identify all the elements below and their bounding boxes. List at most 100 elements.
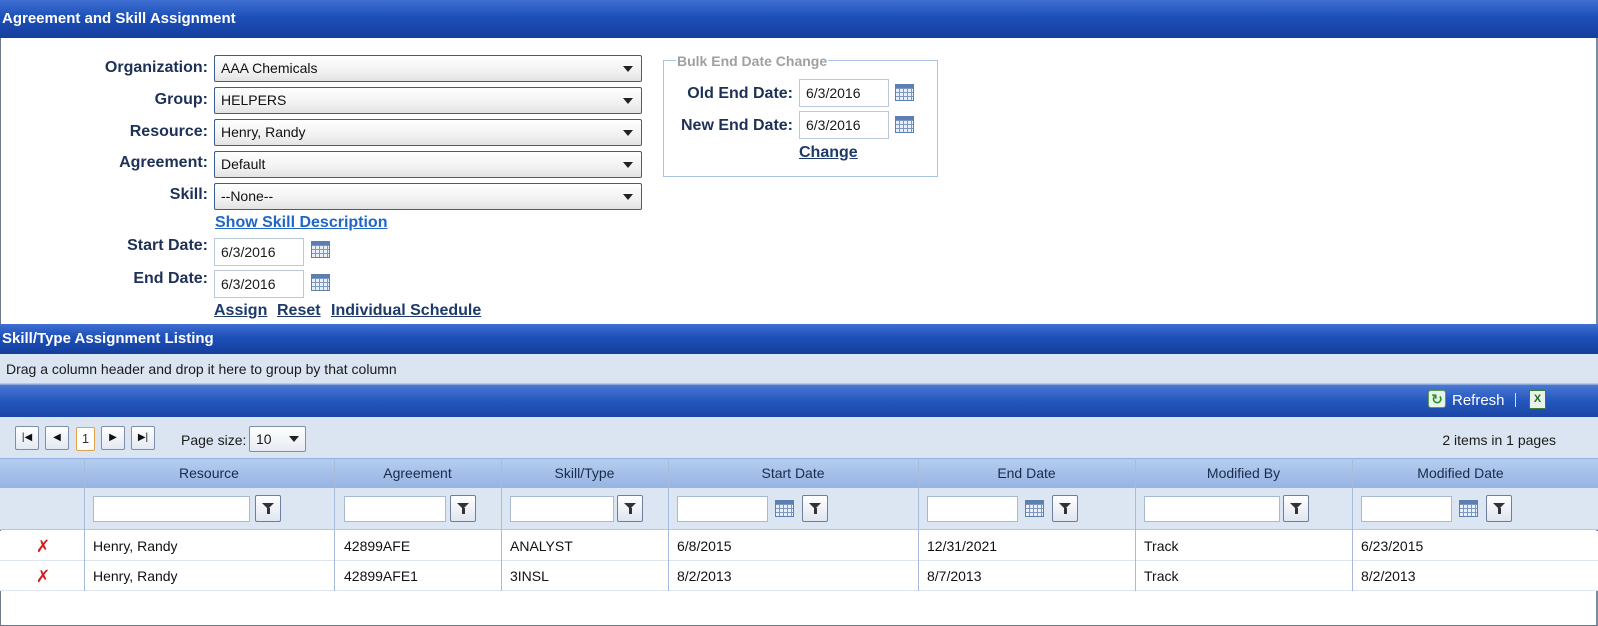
filter-input-end-date[interactable]: [927, 496, 1018, 522]
cell-modified-date: 6/23/2015: [1361, 538, 1424, 554]
column-header-agreement[interactable]: Agreement: [334, 458, 501, 488]
new-end-date-input[interactable]: 6/3/2016: [799, 111, 889, 139]
last-page-icon[interactable]: ▶|: [131, 426, 155, 450]
group-by-panel[interactable]: Drag a column header and drop it here to…: [0, 354, 1598, 384]
cell-modified-date: 8/2/2013: [1361, 568, 1416, 584]
dropdown-arrow-icon: [623, 66, 633, 72]
filter-input-resource[interactable]: [93, 496, 250, 522]
calendar-icon[interactable]: [1025, 500, 1044, 517]
calendar-icon[interactable]: [311, 241, 330, 258]
filter-input-start-date[interactable]: [677, 496, 768, 522]
resource-label: Resource:: [129, 123, 208, 140]
cell-agreement: 42899AFE1: [344, 568, 418, 584]
page-size-label: Page size:: [181, 432, 247, 448]
end-date-label: End Date:: [133, 270, 208, 287]
old-end-date-input[interactable]: 6/3/2016: [799, 79, 889, 107]
filter-input-skill-type[interactable]: [510, 496, 614, 522]
cell-end-date: 12/31/2021: [927, 538, 998, 554]
group-label: Group:: [154, 91, 208, 108]
cell-skill-type: ANALYST: [510, 538, 573, 554]
agreement-select[interactable]: Default: [214, 151, 642, 178]
column-divider: [1135, 458, 1136, 591]
new-end-date-label: New End Date:: [680, 117, 793, 134]
start-date-label: Start Date:: [127, 237, 208, 254]
calendar-icon[interactable]: [775, 500, 794, 517]
filter-icon[interactable]: [1486, 495, 1512, 522]
first-page-icon[interactable]: |◀: [15, 426, 39, 450]
organization-select[interactable]: AAA Chemicals: [214, 55, 642, 82]
dropdown-arrow-icon: [623, 194, 633, 200]
filter-icon[interactable]: [255, 495, 281, 522]
organization-label: Organization:: [104, 59, 208, 76]
cell-modified-by: Track: [1144, 538, 1179, 554]
filter-input-modified-date[interactable]: [1361, 496, 1452, 522]
filter-icon[interactable]: [802, 495, 828, 522]
column-header-skill-type[interactable]: Skill/Type: [501, 458, 668, 488]
start-date-input[interactable]: 6/3/2016: [214, 238, 304, 266]
calendar-icon[interactable]: [895, 116, 914, 133]
column-header-start-date[interactable]: Start Date: [668, 458, 918, 488]
dropdown-arrow-icon: [289, 436, 299, 442]
skill-select[interactable]: --None--: [214, 183, 642, 210]
cell-skill-type: 3INSL: [510, 568, 549, 584]
next-page-icon[interactable]: ▶: [101, 426, 125, 450]
column-divider: [668, 458, 669, 591]
column-divider: [334, 458, 335, 591]
skill-select-value: --None--: [221, 188, 274, 204]
refresh-button[interactable]: Refresh: [1452, 392, 1505, 410]
calendar-icon[interactable]: [895, 84, 914, 101]
end-date-input[interactable]: 6/3/2016: [214, 270, 304, 298]
dropdown-arrow-icon: [623, 98, 633, 104]
current-page[interactable]: 1: [76, 427, 95, 451]
table-row: [0, 561, 1598, 591]
cell-start-date: 8/2/2013: [677, 568, 732, 584]
resource-select[interactable]: Henry, Randy: [214, 119, 642, 146]
filter-icon[interactable]: [617, 495, 643, 522]
cell-resource: Henry, Randy: [93, 568, 178, 584]
page-size-select[interactable]: 10: [249, 426, 306, 452]
column-header-modified-date[interactable]: Modified Date: [1352, 458, 1569, 488]
column-header-resource[interactable]: Resource: [84, 458, 334, 488]
cell-end-date: 8/7/2013: [927, 568, 982, 584]
individual-schedule-link[interactable]: Individual Schedule: [331, 302, 481, 320]
old-end-date-label: Old End Date:: [687, 85, 793, 102]
show-skill-description-link[interactable]: Show Skill Description: [215, 214, 387, 232]
column-header-end-date[interactable]: End Date: [918, 458, 1135, 488]
change-link[interactable]: Change: [799, 144, 858, 162]
column-divider: [84, 458, 85, 591]
agreement-select-value: Default: [221, 156, 266, 172]
cell-start-date: 6/8/2015: [677, 538, 732, 554]
filter-input-agreement[interactable]: [344, 496, 446, 522]
listing-title: Skill/Type Assignment Listing: [0, 324, 1598, 354]
excel-export-icon[interactable]: X: [1529, 390, 1546, 409]
filter-icon[interactable]: [450, 495, 476, 522]
calendar-icon[interactable]: [1459, 500, 1478, 517]
delete-icon[interactable]: ✗: [35, 538, 51, 555]
reset-link[interactable]: Reset: [277, 302, 321, 320]
page-title: Agreement and Skill Assignment: [0, 0, 1598, 38]
resource-select-value: Henry, Randy: [221, 124, 306, 140]
grid-toolbar: [0, 384, 1598, 417]
assign-link[interactable]: Assign: [214, 302, 267, 320]
column-divider: [1352, 458, 1353, 591]
group-select-value: HELPERS: [221, 92, 287, 108]
toolbar-separator: [1515, 393, 1516, 407]
cell-modified-by: Track: [1144, 568, 1179, 584]
cell-agreement: 42899AFE: [344, 538, 411, 554]
column-divider: [501, 458, 502, 591]
prev-page-icon[interactable]: ◀: [45, 426, 69, 450]
cell-resource: Henry, Randy: [93, 538, 178, 554]
bulk-end-date-legend: Bulk End Date Change: [676, 53, 829, 69]
dropdown-arrow-icon: [623, 130, 633, 136]
filter-icon[interactable]: [1283, 495, 1309, 522]
page-info: 2 items in 1 pages: [1442, 432, 1556, 448]
delete-icon[interactable]: ✗: [35, 568, 51, 585]
page-size-value: 10: [256, 431, 272, 447]
refresh-icon[interactable]: ↻: [1428, 390, 1446, 408]
filter-input-modified-by[interactable]: [1144, 496, 1280, 522]
group-select[interactable]: HELPERS: [214, 87, 642, 114]
filter-icon[interactable]: [1052, 495, 1078, 522]
organization-select-value: AAA Chemicals: [221, 60, 318, 76]
calendar-icon[interactable]: [311, 274, 330, 291]
column-header-modified-by[interactable]: Modified By: [1135, 458, 1352, 488]
